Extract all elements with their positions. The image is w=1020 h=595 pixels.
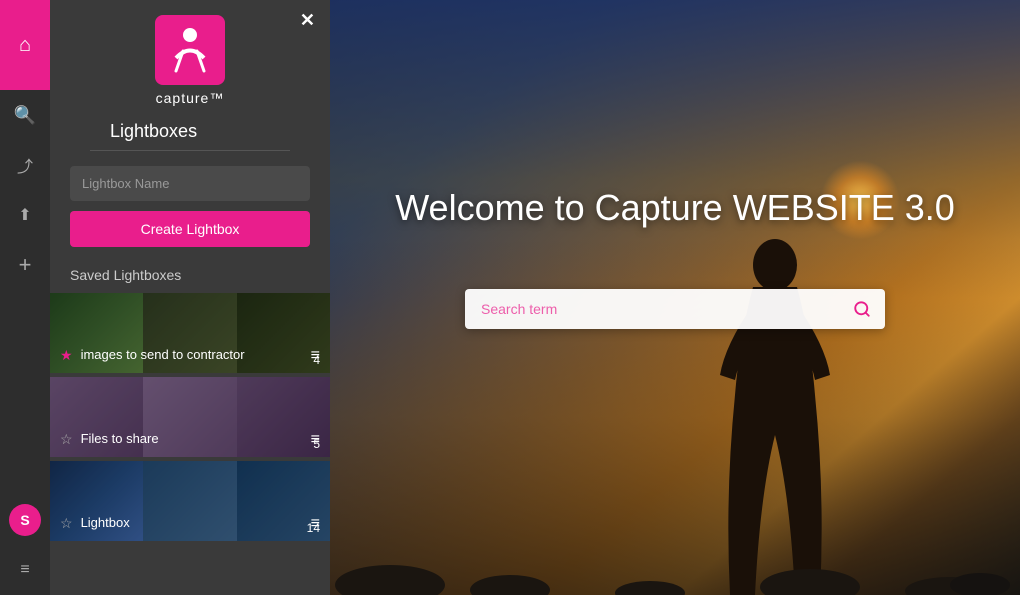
lightbox-item[interactable]: ☆ Files to share ≡ 5 [50,377,330,457]
lightbox-item[interactable]: ☆ Lightbox ≡ 14 [50,461,330,541]
upload-nav-item[interactable]: ⬆ [0,190,50,240]
lightbox-menu-icon[interactable]: ≡ [311,347,320,365]
lightbox-item[interactable]: ★ images to send to contractor ≡ 4 [50,293,330,373]
search-nav-item[interactable]: 🔍 [0,90,50,140]
lightboxes-heading: Lightboxes [90,116,290,151]
star-outline-icon: ☆ [60,431,73,448]
hamburger-icon: ≡ [20,561,29,579]
hero-text-area: Welcome to Capture WEBSITE 3.0 [330,187,1020,229]
star-outline-icon: ☆ [60,515,73,532]
rocks [330,475,1020,595]
lightbox-menu-icon[interactable]: ≡ [311,431,320,449]
add-icon: + [19,252,32,278]
logo-text: capture™ [156,90,225,106]
lightbox-sidebar: capture™ ✕ Lightboxes Create Lightbox Sa… [50,0,330,595]
upload-icon: ⬆ [18,205,31,225]
hero-title: Welcome to Capture WEBSITE 3.0 [330,187,1020,229]
lightbox-name-input[interactable] [70,166,310,201]
user-avatar: S [9,504,41,536]
lightbox-menu-icon[interactable]: ≡ [311,515,320,533]
lightbox-name-label: images to send to contractor [81,347,245,364]
folder-nav-item[interactable]: ⤴ [0,140,50,190]
search-bar [465,289,885,329]
search-nav-icon: 🔍 [14,105,36,126]
add-nav-item[interactable]: + [0,240,50,290]
saved-lightboxes-heading: Saved Lightboxes [50,262,330,293]
logo-area: capture™ ✕ [50,0,330,116]
capture-logo-icon [168,23,213,78]
home-nav-item[interactable]: ⌂ [0,0,50,90]
search-input[interactable] [465,289,839,329]
lightbox-name-label: Lightbox [81,515,130,532]
search-icon [853,300,871,318]
close-sidebar-button[interactable]: ✕ [300,10,315,31]
logo-box [155,15,225,85]
home-icon: ⌂ [19,34,31,57]
create-lightbox-button[interactable]: Create Lightbox [70,211,310,247]
icon-navigation: ⌂ 🔍 ⤴ ⬆ + S ≡ [0,0,50,595]
avatar-nav-item[interactable]: S [0,495,50,545]
main-content: Welcome to Capture WEBSITE 3.0 [330,0,1020,595]
lightbox-list: ★ images to send to contractor ≡ 4 ☆ Fil… [50,293,330,595]
lightbox-name-label: Files to share [81,431,159,448]
search-button[interactable] [839,290,885,328]
menu-nav-item[interactable]: ≡ [0,545,50,595]
star-filled-icon: ★ [60,347,73,364]
folder-icon: ⤴ [17,153,33,177]
